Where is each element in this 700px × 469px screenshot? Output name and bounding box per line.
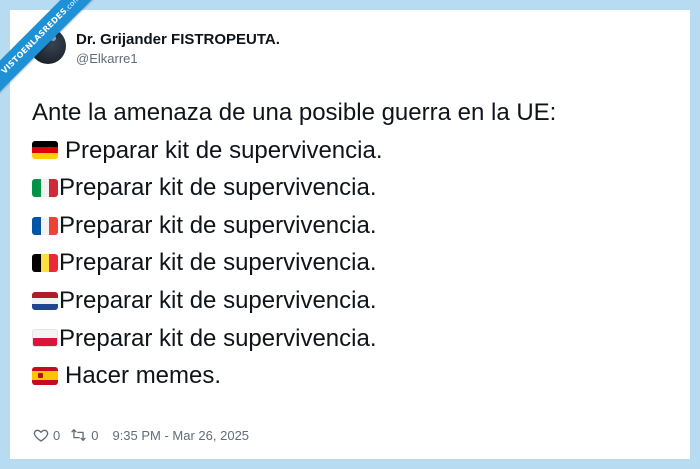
list-item-text: Preparar kit de supervivencia. <box>65 136 383 164</box>
poland-flag-icon <box>32 329 58 348</box>
tweet-timestamp[interactable]: 9:35 PM - Mar 26, 2025 <box>112 428 249 443</box>
heart-icon[interactable] <box>33 427 49 443</box>
list-item: Preparar kit de supervivencia. <box>32 207 556 245</box>
list-item-text: Hacer memes. <box>65 362 222 390</box>
france-flag-icon <box>32 216 58 235</box>
list-item: Preparar kit de supervivencia. <box>32 132 556 170</box>
belgium-flag-icon <box>32 254 58 273</box>
list-item-text: Preparar kit de supervivencia. <box>59 286 377 314</box>
like-count: 0 <box>53 427 61 443</box>
netherlands-flag-icon <box>32 291 58 310</box>
retweet-icon[interactable] <box>70 427 87 443</box>
watermark-text: VISTOENLASREDES.com <box>0 0 109 103</box>
list-item: Preparar kit de supervivencia. <box>32 320 556 358</box>
tweet-text: Ante la amenaza de una posible guerra en… <box>32 94 556 395</box>
list-item-text: Preparar kit de supervivencia. <box>59 249 377 277</box>
watermark-suffix: .com <box>63 0 82 13</box>
list-item-text: Preparar kit de supervivencia. <box>59 211 377 239</box>
list-item: Hacer memes. <box>32 357 556 395</box>
list-item-text: Preparar kit de supervivencia. <box>59 324 377 352</box>
tweet-intro-line: Ante la amenaza de una posible guerra en… <box>32 94 556 132</box>
tweet-intro: Ante la amenaza de una posible guerra en… <box>32 99 557 126</box>
list-item: Preparar kit de supervivencia. <box>32 244 556 282</box>
italy-flag-icon <box>32 178 58 197</box>
spain-flag-icon <box>32 366 58 385</box>
list-item: Preparar kit de supervivencia. <box>32 282 556 320</box>
retweet-count: 0 <box>91 427 99 443</box>
tweet-footer: 0 0 9:35 PM - Mar 26, 2025 <box>33 427 249 443</box>
watermark-brand: VISTOENLASREDES <box>0 6 69 76</box>
list-item-text: Preparar kit de supervivencia. <box>59 174 377 202</box>
list-item: Preparar kit de supervivencia. <box>32 169 556 207</box>
watermark-ribbon: VISTOENLASREDES.com <box>0 0 110 110</box>
germany-flag-icon <box>32 141 58 160</box>
